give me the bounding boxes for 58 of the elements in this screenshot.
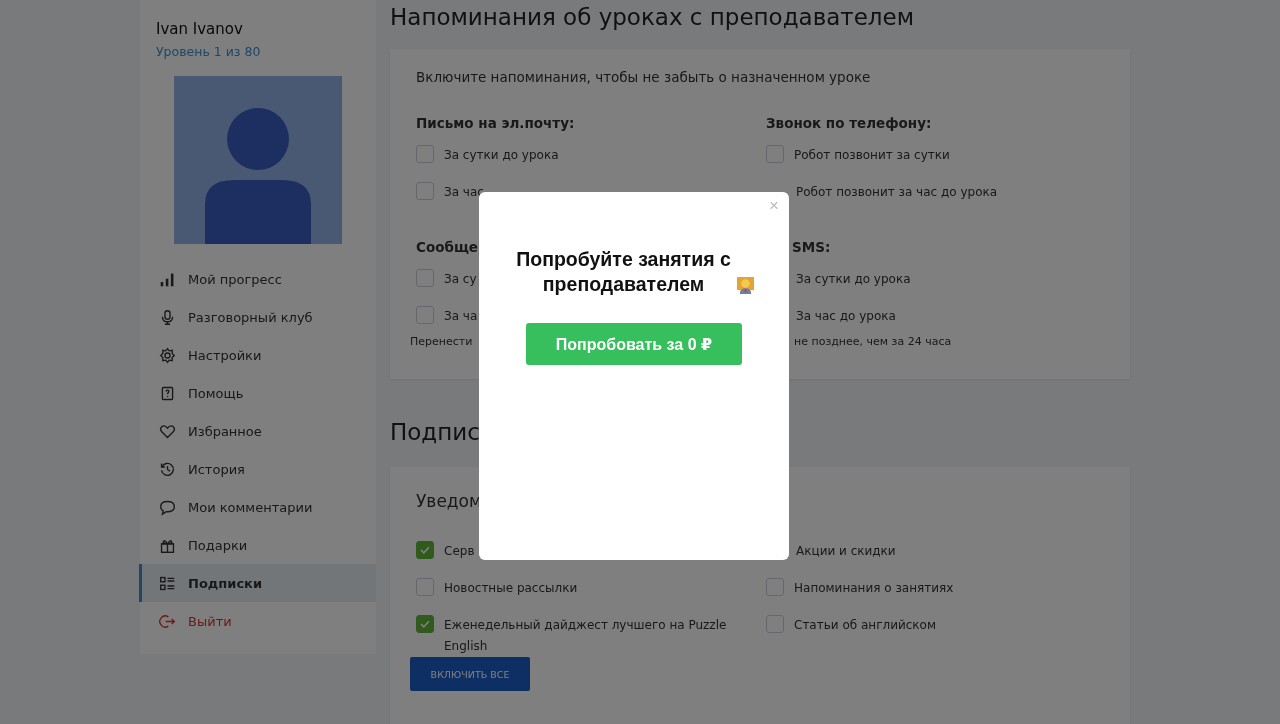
option-label: За ча: [444, 308, 478, 325]
checkbox[interactable]: [416, 578, 434, 596]
help-icon: [159, 384, 176, 402]
modal-title: Попробуйте занятия с преподавателем: [515, 247, 732, 297]
checkbox[interactable]: [416, 615, 434, 633]
card-title: Уведом: [416, 491, 483, 511]
note-text: Перенести: [410, 335, 473, 348]
microphone-icon: [159, 308, 176, 326]
teacher-icon: [735, 275, 755, 294]
option-label: Статьи об английском: [794, 617, 936, 634]
sidebar-item[interactable]: Помощь: [139, 374, 376, 412]
checkbox[interactable]: [416, 182, 434, 200]
sidebar-item[interactable]: Настройки: [139, 336, 376, 374]
checkbox[interactable]: [416, 269, 434, 287]
sidebar-item[interactable]: Избранное: [139, 412, 376, 450]
sidebar-item[interactable]: История: [139, 450, 376, 488]
option-label: За сутки до урока: [796, 271, 911, 288]
option-label: Напоминания о занятиях: [794, 580, 954, 597]
sidebar-item[interactable]: Подарки: [139, 526, 376, 564]
checkbox[interactable]: [416, 541, 434, 559]
try-button[interactable]: Попробовать за 0 ₽: [526, 323, 742, 365]
option-label: Еженедельный дайджест лучшего на Puzzle English: [444, 617, 728, 655]
history-icon: [159, 460, 176, 478]
logout-icon: [159, 612, 176, 630]
group-title: Письмо на эл.почту:: [416, 115, 576, 131]
intro-text: Включите напоминания, чтобы не забыть о назначенном уроке: [416, 69, 872, 85]
list-icon: [159, 574, 176, 592]
group-title: Сообще: [416, 239, 479, 255]
group-title: SMS:: [791, 239, 832, 255]
checkbox[interactable]: [416, 306, 434, 324]
sidebar-item[interactable]: Разговорный клуб: [139, 298, 376, 336]
sidebar-item[interactable]: Подписки: [139, 564, 376, 602]
checkbox[interactable]: [766, 578, 784, 596]
option-label: Новостные рассылки: [444, 580, 578, 597]
option-label: За су: [444, 271, 477, 288]
section-title: Напоминания об уроках с преподавателем: [390, 3, 916, 32]
enable-all-button[interactable]: ВКЛЮЧИТЬ ВСЕ: [410, 657, 530, 691]
gear-icon: [159, 346, 176, 364]
option-label: За час до урока: [796, 308, 896, 325]
user-name: Ivan Ivanov: [155, 20, 244, 38]
option-label: Робот позвонит за час до урока: [796, 184, 998, 201]
note-text: не позднее, чем за 24 часа: [794, 335, 952, 348]
level-link[interactable]: Уровень 1 из 80: [140, 44, 376, 59]
group-title: Звонок по телефону:: [766, 115, 933, 131]
option-label: За сутки до урока: [444, 147, 559, 164]
checkbox[interactable]: [416, 145, 434, 163]
comment-icon: [159, 498, 176, 516]
option-label: Серв: [444, 543, 475, 560]
option-label: Акции и скидки: [796, 543, 896, 560]
sidebar-item[interactable]: Мои комментарии: [139, 488, 376, 526]
checkbox[interactable]: [766, 145, 784, 163]
heart-icon: [159, 422, 176, 440]
section-title: Подпис: [390, 418, 481, 447]
checkbox[interactable]: [766, 615, 784, 633]
avatar-icon: [174, 76, 342, 244]
option-label: Робот позвонит за сутки: [794, 147, 950, 164]
sidebar-item[interactable]: Выйти: [139, 602, 376, 640]
sidebar-item[interactable]: Мой прогресс: [139, 260, 376, 298]
